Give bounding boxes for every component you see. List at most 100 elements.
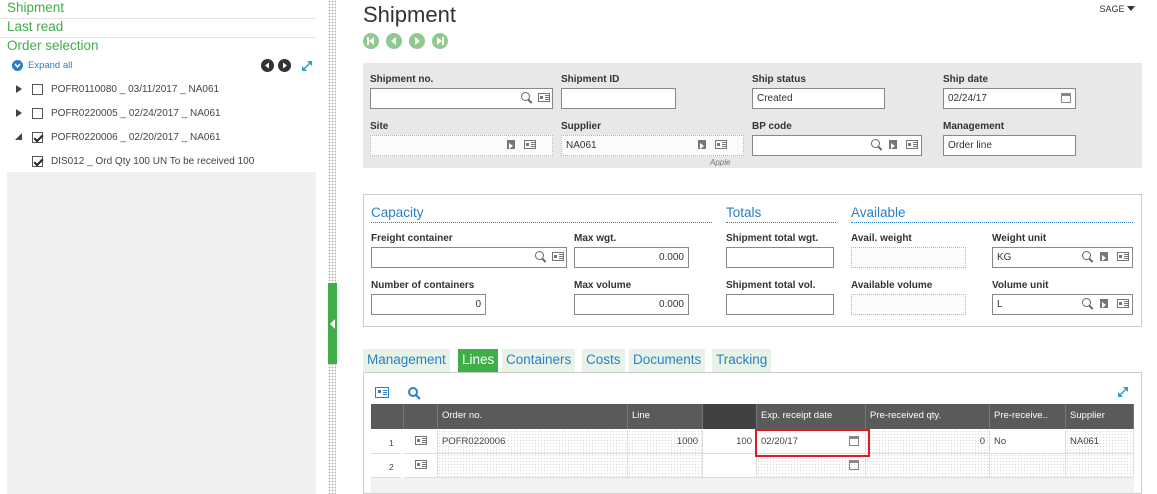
max-volume-field[interactable]: 0.000 — [574, 294, 689, 315]
detail-icon[interactable] — [1117, 252, 1129, 261]
panel-divider[interactable] — [328, 0, 336, 494]
user-menu[interactable]: SAGE — [1099, 4, 1135, 14]
freight-container-field[interactable] — [371, 247, 567, 268]
detail-icon[interactable] — [715, 140, 727, 149]
detail-icon[interactable] — [524, 140, 536, 149]
line-cell[interactable] — [628, 454, 703, 478]
search-icon[interactable] — [407, 386, 421, 400]
tree-item[interactable]: POFR0220005 _ 02/24/2017 _ NA061 — [0, 102, 221, 124]
row-number: 2 — [371, 454, 401, 478]
search-icon[interactable] — [1082, 298, 1094, 310]
prev-icon[interactable] — [261, 59, 274, 72]
goto-icon[interactable] — [889, 139, 901, 151]
site-field[interactable] — [370, 135, 553, 156]
tab-costs[interactable]: Costs — [582, 349, 625, 372]
weight-unit-label: Weight unit — [992, 233, 1047, 244]
maximize-icon[interactable] — [1116, 385, 1130, 399]
row-detail-icon[interactable] — [415, 436, 427, 445]
supplier-field[interactable]: NA061 — [561, 135, 744, 156]
tree-item[interactable]: DIS012 _ Ord Qty 100 UN To be received 1… — [0, 150, 254, 172]
calendar-icon[interactable] — [849, 460, 859, 470]
pre-received-qty-cell[interactable] — [866, 454, 990, 478]
tree-item[interactable]: POFR0220006 _ 02/20/2017 _ NA061 — [0, 126, 221, 148]
grid-header-qty[interactable] — [703, 404, 757, 429]
checkbox[interactable] — [32, 131, 43, 143]
expand-all-icon[interactable] — [12, 60, 23, 71]
row-detail-icon[interactable] — [375, 387, 389, 398]
weight-unit-field[interactable]: KG — [992, 247, 1133, 268]
number-of-containers-field[interactable]: 0 — [371, 294, 486, 315]
pre-received-cell[interactable]: No — [990, 430, 1066, 454]
order-no-cell[interactable] — [438, 454, 628, 478]
row-action-cell[interactable] — [404, 454, 438, 478]
link-last-read[interactable]: Last read — [7, 19, 63, 34]
row-detail-icon[interactable] — [415, 460, 427, 469]
first-record-icon[interactable] — [363, 33, 379, 49]
search-icon[interactable] — [871, 139, 883, 151]
qty-cell[interactable]: 100 — [703, 430, 757, 454]
checkbox[interactable] — [32, 83, 43, 95]
supplier-cell[interactable] — [1066, 454, 1134, 478]
ship-date-field[interactable]: 02/24/17 — [943, 88, 1076, 109]
goto-icon[interactable] — [1100, 298, 1112, 310]
shipment-total-wgt-field[interactable] — [726, 247, 834, 268]
tab-containers[interactable]: Containers — [502, 349, 576, 372]
expand-arrow-icon[interactable] — [16, 109, 22, 117]
pre-received-qty-cell[interactable]: 0 — [866, 430, 990, 454]
detail-icon[interactable] — [538, 93, 550, 102]
tab-management[interactable]: Management — [363, 349, 450, 372]
qty-cell[interactable] — [703, 454, 757, 478]
calendar-icon[interactable] — [1061, 93, 1071, 103]
shipment-total-vol-field[interactable] — [726, 294, 834, 315]
bp-code-field[interactable] — [752, 135, 922, 156]
detail-icon[interactable] — [552, 252, 564, 261]
detail-icon[interactable] — [906, 140, 918, 149]
checkbox[interactable] — [32, 155, 43, 167]
next-record-icon[interactable] — [409, 33, 425, 49]
management-field[interactable]: Order line — [943, 135, 1076, 156]
grid-header-exp-receipt-date[interactable]: Exp. receipt date — [757, 404, 866, 429]
checkbox[interactable] — [32, 107, 43, 119]
grid-header-pre-received[interactable]: Pre-receive.. — [990, 404, 1066, 429]
grid-header-line[interactable]: Line — [628, 404, 703, 429]
ship-status-field[interactable]: Created — [752, 88, 885, 109]
tab-documents[interactable]: Documents — [629, 349, 706, 372]
next-icon[interactable] — [278, 59, 291, 72]
order-no-cell[interactable]: POFR0220006 — [438, 430, 628, 454]
tree-item[interactable]: POFR0110080 _ 03/11/2017 _ NA061 — [0, 78, 219, 100]
last-record-icon[interactable] — [432, 33, 448, 49]
collapse-panel-handle[interactable] — [328, 283, 337, 364]
tab-tracking[interactable]: Tracking — [712, 349, 772, 372]
site-label: Site — [370, 121, 389, 132]
detail-icon[interactable] — [1117, 299, 1129, 308]
collapse-arrow-icon[interactable] — [15, 133, 23, 141]
management-label: Management — [943, 121, 1005, 132]
goto-icon[interactable] — [1100, 251, 1112, 263]
shipment-id-field[interactable] — [561, 88, 676, 109]
grid-header-supplier[interactable]: Supplier — [1066, 404, 1134, 429]
expand-arrow-icon[interactable] — [16, 85, 22, 93]
search-icon[interactable] — [535, 251, 547, 263]
exp-receipt-date-cell[interactable]: 02/20/17 — [757, 430, 866, 454]
tab-lines[interactable]: Lines — [458, 349, 499, 372]
max-wgt-field[interactable]: 0.000 — [574, 247, 689, 268]
previous-record-icon[interactable] — [386, 33, 402, 49]
pre-received-cell[interactable] — [990, 454, 1066, 478]
search-icon[interactable] — [521, 92, 533, 104]
maximize-icon[interactable] — [300, 59, 314, 73]
line-cell[interactable]: 1000 — [628, 430, 703, 454]
search-icon[interactable] — [1082, 251, 1094, 263]
expand-all-link[interactable]: Expand all — [28, 60, 72, 71]
volume-unit-field[interactable]: L — [992, 294, 1133, 315]
grid-header-pre-received-qty[interactable]: Pre-received qty. — [866, 404, 990, 429]
link-shipment[interactable]: Shipment — [7, 0, 64, 15]
goto-icon[interactable] — [698, 139, 710, 151]
row-action-cell[interactable] — [404, 430, 438, 454]
grid-header-order-no[interactable]: Order no. — [438, 404, 628, 429]
exp-receipt-date-cell[interactable] — [757, 454, 866, 478]
link-order-selection[interactable]: Order selection — [7, 38, 99, 53]
shipment-no-field[interactable] — [370, 88, 553, 109]
supplier-cell[interactable]: NA061 — [1066, 430, 1134, 454]
calendar-icon[interactable] — [849, 436, 859, 446]
goto-icon[interactable] — [507, 139, 519, 151]
